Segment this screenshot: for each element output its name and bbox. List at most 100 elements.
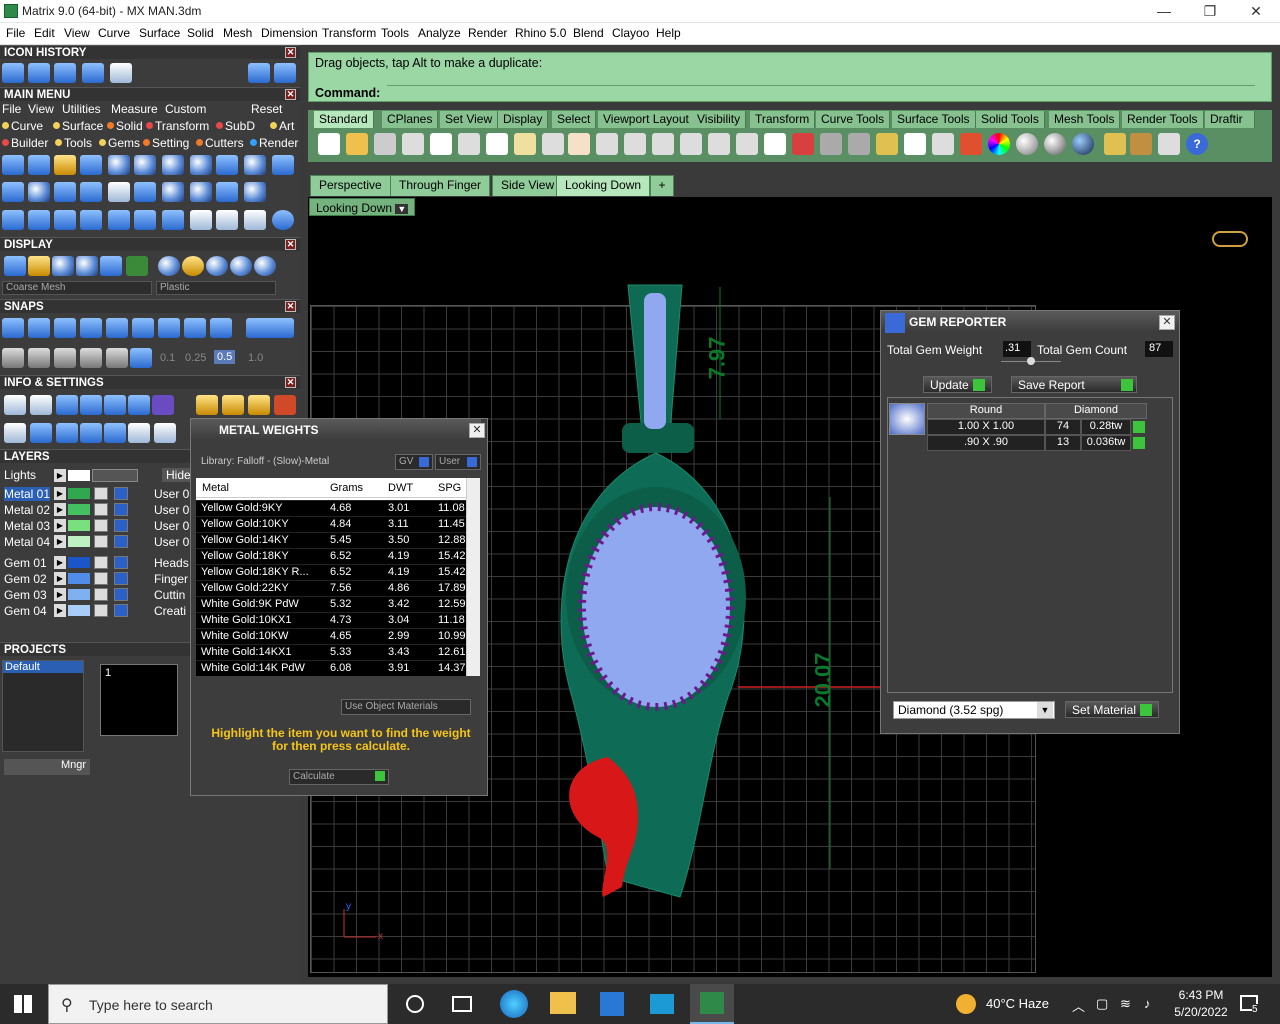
info-icon[interactable]: [152, 395, 174, 415]
pan-hand-icon[interactable]: [568, 133, 590, 155]
menu-curve[interactable]: Curve: [98, 26, 130, 40]
snap-icon[interactable]: [848, 133, 870, 155]
tool-icon[interactable]: [272, 155, 294, 175]
close-icon[interactable]: ✕: [285, 89, 296, 100]
minimize-button[interactable]: —: [1141, 0, 1187, 23]
zoom-icon[interactable]: [624, 133, 646, 155]
tab-surface-tools[interactable]: Surface Tools: [892, 111, 976, 128]
snap-icon[interactable]: [210, 318, 232, 338]
menu-file[interactable]: File: [6, 26, 25, 40]
info-icon[interactable]: [154, 423, 176, 443]
tab-through-finger[interactable]: Through Finger: [390, 175, 491, 196]
cat-render[interactable]: Render: [250, 136, 298, 150]
maximize-button[interactable]: ❐: [1187, 0, 1233, 23]
snap-icon[interactable]: [54, 318, 76, 338]
lights-controls[interactable]: [92, 469, 138, 482]
layer-visible-icon[interactable]: [114, 487, 128, 500]
layer-lock-icon[interactable]: [94, 519, 108, 532]
display-icon[interactable]: [28, 256, 50, 276]
vertical-scrollbar[interactable]: [466, 478, 480, 676]
info-icon[interactable]: [56, 423, 78, 443]
tool-icon[interactable]: [216, 182, 238, 202]
menu-mesh[interactable]: Mesh: [223, 26, 252, 40]
command-input[interactable]: [387, 85, 1255, 101]
copy-icon[interactable]: [486, 133, 508, 155]
tool-icon[interactable]: [2, 155, 24, 175]
tool-icon[interactable]: [54, 155, 76, 175]
info-icon[interactable]: [196, 395, 218, 415]
tool-icon[interactable]: [28, 210, 50, 230]
project-manager-button[interactable]: Mngr: [4, 759, 90, 775]
material-ball-icon[interactable]: [230, 256, 252, 276]
user-toggle[interactable]: User: [435, 454, 481, 470]
project-thumbnail[interactable]: 1: [100, 664, 178, 736]
chevron-up-icon[interactable]: ︿: [1072, 996, 1085, 1015]
mm-file[interactable]: File: [2, 102, 21, 116]
col-dwt[interactable]: DWT: [388, 482, 413, 494]
file-explorer-icon[interactable]: [550, 992, 576, 1014]
layer-lock-icon[interactable]: [94, 487, 108, 500]
lights-arrow[interactable]: ▶: [54, 469, 66, 482]
slider-thumb[interactable]: [1027, 357, 1035, 365]
snap-icon[interactable]: [130, 348, 152, 368]
info-icon[interactable]: [56, 395, 78, 415]
zoom-extents-icon[interactable]: [680, 133, 702, 155]
tab-standard[interactable]: Standard: [314, 111, 374, 128]
tab-select[interactable]: Select: [552, 111, 597, 128]
tool-icon[interactable]: [1158, 133, 1180, 155]
close-icon[interactable]: ✕: [1159, 315, 1175, 330]
layer-lock-icon[interactable]: [94, 588, 108, 601]
use-object-materials-toggle[interactable]: Use Object Materials: [341, 699, 471, 715]
tool-icon[interactable]: [190, 182, 212, 202]
wifi-icon[interactable]: ≋: [1120, 996, 1131, 1012]
layer-visible-icon[interactable]: [114, 503, 128, 516]
clock-date[interactable]: 5/20/2022: [1168, 1005, 1234, 1019]
menu-dimension[interactable]: Dimension: [261, 26, 318, 40]
reset-button[interactable]: Reset: [251, 102, 282, 116]
matrix-app-taskbar-button[interactable]: [690, 984, 734, 1024]
mm-custom[interactable]: Custom: [165, 102, 206, 116]
help-icon[interactable]: ?: [1186, 133, 1208, 155]
zoom-window-icon[interactable]: [652, 133, 674, 155]
open-icon[interactable]: [346, 133, 368, 155]
snap-1.0[interactable]: 1.0: [248, 352, 263, 364]
viewport-layout-icon[interactable]: [764, 133, 786, 155]
table-row[interactable]: White Gold:14K PdW 6.08 3.91 14.37: [196, 660, 466, 676]
info-icon[interactable]: [222, 395, 244, 415]
layer-lock-icon[interactable]: [94, 503, 108, 516]
snap-0.1[interactable]: 0.1: [160, 352, 175, 364]
settings-icon[interactable]: [4, 395, 26, 415]
render-icon[interactable]: [76, 256, 98, 276]
material-ball-icon[interactable]: [1016, 133, 1038, 155]
task-view-icon[interactable]: [452, 996, 472, 1012]
tool-icon[interactable]: [134, 155, 156, 175]
save-icon[interactable]: [374, 133, 396, 155]
windows-start-icon[interactable]: [14, 995, 32, 1013]
close-icon[interactable]: ✕: [285, 239, 296, 250]
table-row[interactable]: White Gold:9K PdW 5.32 3.42 12.59: [196, 596, 466, 612]
info-icon[interactable]: [80, 423, 102, 443]
tool-icon[interactable]: [28, 155, 50, 175]
tab-perspective[interactable]: Perspective: [310, 175, 391, 196]
snap-0.5[interactable]: 0.5: [214, 350, 236, 364]
volume-icon[interactable]: ♪: [1144, 996, 1151, 1011]
mm-measure[interactable]: Measure: [111, 102, 158, 116]
tool-icon[interactable]: [190, 210, 212, 230]
layer-visible-icon[interactable]: [114, 519, 128, 532]
menu-view[interactable]: View: [64, 26, 90, 40]
tool-icon[interactable]: [190, 155, 212, 175]
weather-icon[interactable]: [956, 994, 976, 1014]
weather-text[interactable]: 40°C Haze: [986, 996, 1049, 1011]
snap-icon[interactable]: [2, 318, 24, 338]
menu-surface[interactable]: Surface: [139, 26, 180, 40]
select-icon[interactable]: [876, 133, 898, 155]
cat-cutters[interactable]: Cutters: [196, 136, 244, 150]
close-icon[interactable]: ✕: [285, 301, 296, 312]
cat-gems[interactable]: Gems: [99, 136, 140, 150]
chevron-down-icon[interactable]: ▼: [1037, 702, 1053, 718]
snap-0.25[interactable]: 0.25: [185, 352, 206, 364]
device-icon[interactable]: ▢: [1096, 996, 1108, 1012]
menu-transform[interactable]: Transform: [322, 26, 376, 40]
history-icon[interactable]: [2, 63, 24, 83]
car-icon[interactable]: [820, 133, 842, 155]
